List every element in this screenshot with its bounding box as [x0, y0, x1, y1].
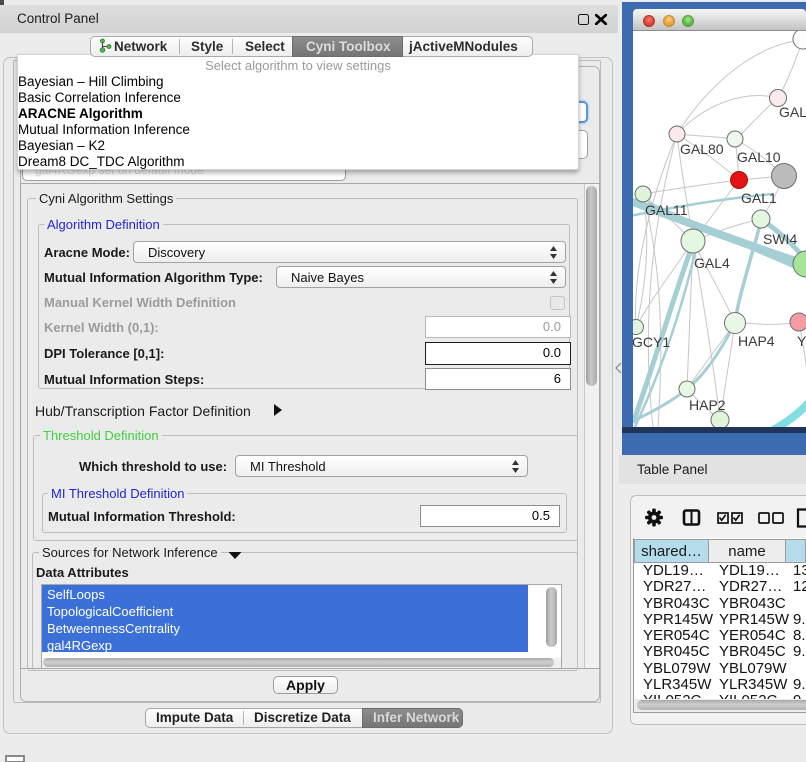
svg-text:GAL11: GAL11: [645, 202, 688, 218]
svg-text:GAL10: GAL10: [737, 149, 781, 165]
svg-text:HAP4: HAP4: [738, 333, 775, 349]
svg-text:GCY1: GCY1: [633, 334, 670, 350]
svg-text:Y: Y: [797, 333, 806, 349]
svg-text:GAL1: GAL1: [741, 190, 777, 206]
svg-text:GAL80: GAL80: [680, 141, 724, 157]
svg-text:GAL4: GAL4: [694, 255, 730, 271]
svg-text:HAP2: HAP2: [689, 397, 726, 413]
svg-text:SWI4: SWI4: [763, 231, 797, 247]
svg-text:GAL7: GAL7: [779, 104, 806, 120]
